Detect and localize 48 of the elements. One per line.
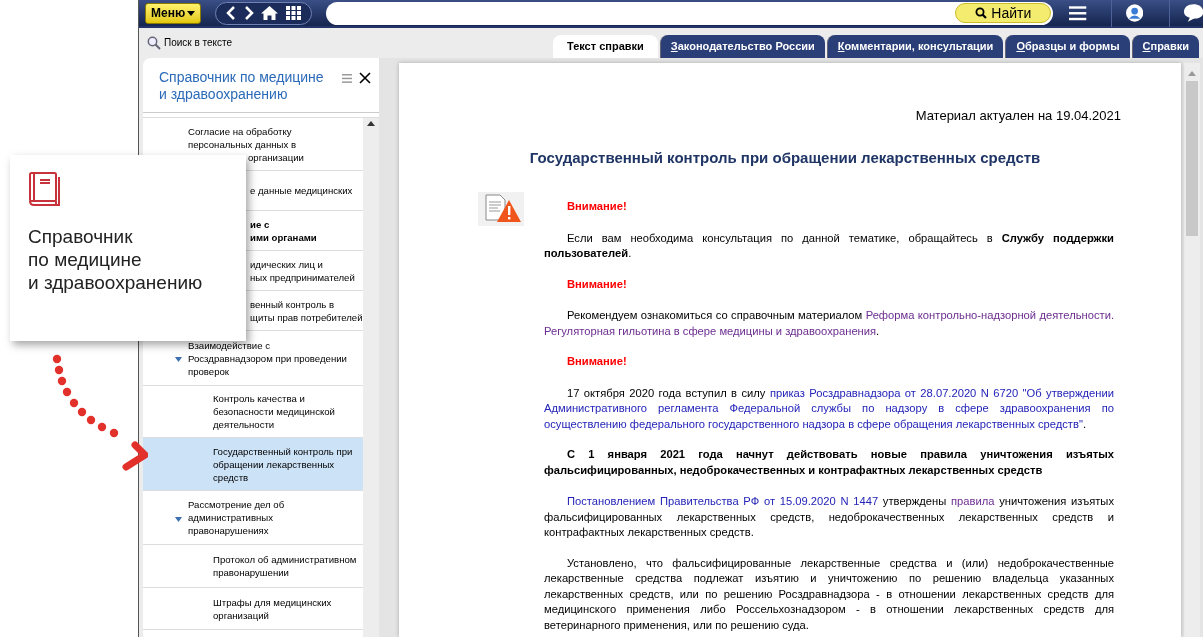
link[interactable]: правила — [951, 495, 995, 507]
close-icon[interactable] — [359, 72, 371, 84]
search-icon[interactable] — [147, 35, 161, 50]
help-icon[interactable] — [1183, 4, 1203, 22]
tab[interactable]: Комментарии, консультации — [826, 35, 1004, 58]
find-button[interactable]: Найти — [955, 3, 1052, 23]
search-icon — [975, 7, 988, 19]
search-field[interactable]: Найти — [325, 1, 1054, 25]
tab[interactable]: Справки — [1131, 35, 1199, 58]
home-icon[interactable] — [261, 6, 279, 20]
expanded-arrow-icon[interactable] — [175, 357, 182, 362]
warning-document-icon — [478, 192, 524, 226]
link[interactable]: Постановлением Правительства РФ от 15.09.2020 N 1447 — [567, 495, 879, 507]
user-icon[interactable] — [1125, 4, 1143, 22]
tab[interactable]: Законодательство России — [659, 35, 825, 58]
scroll-thumb[interactable] — [1186, 81, 1198, 236]
tree-item[interactable]: Государственный контроль при обращении лекарственных средств — [143, 438, 363, 491]
link[interactable]: Реформа контрольно-надзорной деятельности. — [865, 309, 1114, 321]
scroll-up-icon[interactable] — [367, 121, 375, 126]
document-title: Государственный контроль при обращении лекарственных средств — [528, 147, 1042, 168]
tab[interactable]: Текст справки — [552, 35, 658, 58]
scrollbar[interactable] — [1184, 63, 1200, 637]
warning-label: Внимание! — [566, 276, 628, 292]
forward-icon[interactable] — [243, 6, 254, 20]
link[interactable]: осуществлению федерального государственного надзора в сфере обращения лекарственных средств" — [544, 417, 1083, 430]
link[interactable]: Административного регламента Федеральной службы по надзору в сфере здравоохранения по — [544, 402, 1114, 414]
paragraph: Рекомендуем ознакомиться со справочным материалом Реформа контрольно-надзорной деятельности. Регуляторная гильотина в сфере медицины и здравоохранения. — [544, 308, 1114, 339]
book-icon — [28, 172, 62, 206]
back-icon[interactable] — [226, 6, 236, 20]
menu-button[interactable]: Меню — [145, 2, 202, 24]
section-heading: С 1 января 2021 года начнут действовать новые правила уничтожения изъятых фальсифицированных, недоброкачественных и контрафактных лекарственных средств — [544, 447, 1114, 478]
paragraph: Установлено, что фальсифицированные лекарственные средства и (или) недоброкачественные лекарственные средства подлежат изъятию и уничтожению по решению владельца указанных лекарственных средств, или по решению Росздравнадзора - в отношении лекарственных средств для медицинского применения либо Россельхознадзором - в отношении лекарственных средств для ветеринарного применения, или по решению суда. — [544, 555, 1114, 633]
grid-icon[interactable] — [285, 6, 301, 20]
warning-label: Внимание! — [566, 354, 628, 369]
actuality-date: Материал актуален на 19.04.2021 — [914, 107, 1122, 125]
text-search-link[interactable]: Поиск в тексте — [164, 35, 233, 50]
paragraph: 17 октября 2020 года вступил в силу приказ Росздравнадзора от 28.07.2020 N 6720 "Об утверждении Административного регламента Федеральной службы по надзору в сфере здравоохранения по осуществлению федерального государственного надзора в сфере обращения лекарственных средств". — [544, 385, 1114, 432]
list-icon[interactable] — [342, 74, 352, 83]
sidebar-title: Справочник по медицине и здравоохранению — [159, 69, 325, 103]
link[interactable]: приказ Росздравнадзора от 28.07.2020 N 6720 "Об утверждении — [769, 386, 1114, 399]
tab[interactable]: Образцы и формы — [1005, 35, 1130, 58]
paragraph: Постановлением Правительства РФ от 15.09.2020 N 1447 утверждены правила уничтожения изъятых фальсифицированных лекарственных средств, недоброкачественных лекарственных средств и контрафактных лекарственных средств. — [544, 494, 1114, 540]
warning-label: Внимание! — [566, 199, 628, 214]
caret-icon — [187, 10, 196, 16]
menu-icon[interactable] — [1069, 5, 1087, 21]
paragraph: Если вам необходима консультация по данной тематике, обращайтесь в Службу поддержки пользователей. — [544, 230, 1114, 261]
scrollbar[interactable] — [363, 118, 379, 637]
expanded-arrow-icon[interactable] — [175, 516, 182, 522]
